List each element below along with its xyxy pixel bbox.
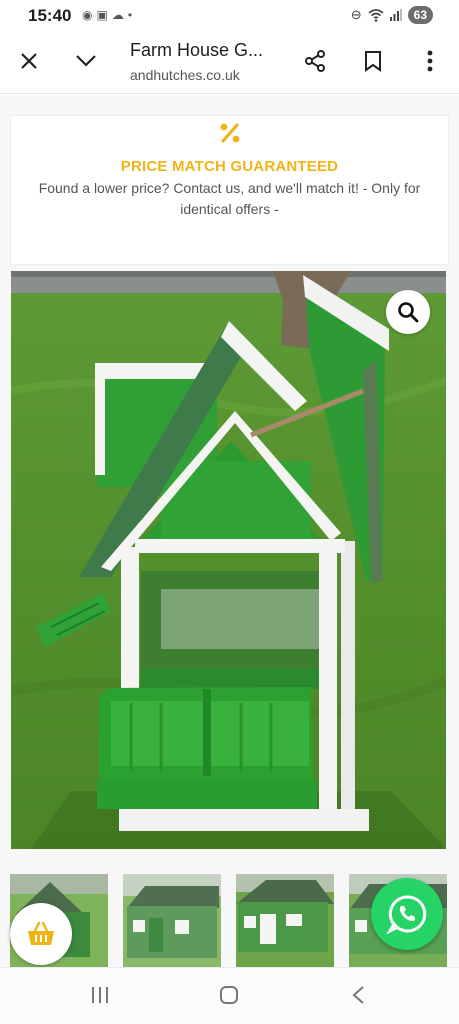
back-button[interactable]: [338, 980, 378, 1010]
screenshot-icon: ▣: [96, 8, 112, 22]
close-icon: [21, 53, 37, 69]
product-image[interactable]: [11, 271, 446, 849]
dot-icon: •: [127, 8, 137, 22]
system-nav-bar: [0, 967, 459, 1024]
home-button[interactable]: [209, 980, 249, 1010]
basket-icon: [28, 921, 54, 945]
search-icon: [398, 302, 419, 323]
browser-toolbar: Farm House G... andhutches.co.uk: [0, 30, 459, 94]
bookmark-button[interactable]: [358, 46, 388, 76]
price-match-title: PRICE MATCH GUARANTEED: [120, 158, 339, 175]
thumbnail-2-image: [123, 874, 221, 967]
thumbnail-2[interactable]: [123, 874, 221, 967]
thumbnail-3-image: [236, 874, 334, 967]
status-bar: 15:40 ◉▣☁• ⊖ 63: [0, 0, 459, 30]
shield-icon: ◉: [82, 8, 97, 22]
chevron-down-icon: [76, 55, 96, 67]
status-system-icons: ⊖ 63: [351, 6, 433, 24]
close-button[interactable]: [14, 46, 44, 76]
chicken-coop-illustration: [11, 271, 446, 849]
wifi-icon: [368, 8, 384, 22]
more-options-button[interactable]: [415, 46, 445, 76]
web-content: PRICE MATCH GUARANTEED Found a lower pri…: [0, 95, 459, 967]
page-url: andhutches.co.uk: [130, 67, 240, 83]
percent-icon: [220, 123, 240, 143]
home-icon: [220, 986, 238, 1004]
status-notification-icons: ◉▣☁•: [82, 8, 136, 22]
cloud-icon: ☁: [111, 8, 128, 22]
recents-icon: [92, 987, 108, 1003]
share-icon: [305, 50, 325, 72]
price-match-text: Found a lower price? Contact us, and we'…: [38, 180, 421, 217]
whatsapp-icon: [386, 895, 427, 935]
whatsapp-button[interactable]: [371, 878, 443, 950]
bookmark-icon: [365, 51, 381, 72]
share-button[interactable]: [300, 46, 330, 76]
signal-icon: [389, 9, 402, 21]
dnd-icon: ⊖: [350, 7, 362, 22]
back-icon: [352, 986, 364, 1004]
thumbnail-3[interactable]: [236, 874, 334, 967]
expand-button[interactable]: [71, 46, 101, 76]
zoom-button[interactable]: [386, 290, 430, 334]
cart-button[interactable]: [10, 903, 72, 965]
battery-indicator: 63: [407, 6, 433, 24]
price-match-card: PRICE MATCH GUARANTEED Found a lower pri…: [10, 115, 449, 265]
page-title: Farm House G...: [130, 40, 264, 60]
recents-button[interactable]: [80, 980, 120, 1010]
more-vert-icon: [427, 50, 433, 72]
status-time: 15:40: [28, 6, 72, 25]
